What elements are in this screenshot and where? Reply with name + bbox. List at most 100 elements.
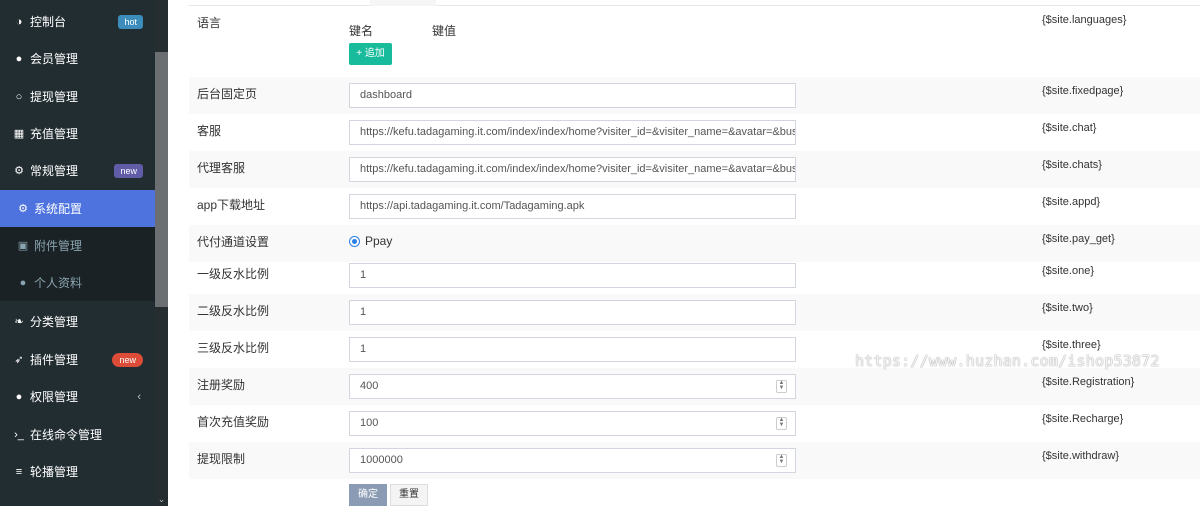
form-row-languages: 语言 键名 键值 + 追加 {$site.languages} (189, 6, 1200, 74)
watermark: https://www.huzhan.com/ishop53872 (855, 352, 1160, 370)
field-value: 1000000 (360, 454, 403, 466)
form-row-appd: app下载地址 https://api.tadagaming.it.com/Ta… (189, 188, 1200, 225)
dashboard-icon: ◑ (15, 15, 23, 28)
level1-rebate-input[interactable]: 1 (349, 263, 796, 288)
app-download-url-input[interactable]: https://api.tadagaming.it.com/Tadagaming… (349, 194, 796, 219)
hot-badge: hot (118, 14, 143, 29)
list-icon: ≡ (15, 465, 23, 478)
registration-reward-input[interactable]: 400 ▲ ▼ (349, 374, 796, 399)
form-row-recharge: 首次充值奖励 100 ▲ ▼ {$site.Recharge} (189, 405, 1200, 442)
fixedpage-input[interactable]: dashboard (349, 83, 796, 108)
field-label: 后台固定页 (197, 87, 258, 101)
number-stepper-icon[interactable]: ▲ ▼ (776, 417, 787, 430)
chat-url-input[interactable]: https://kefu.tadagaming.it.com/index/ind… (349, 120, 796, 145)
field-label: 注册奖励 (197, 378, 246, 392)
withdraw-limit-input[interactable]: 1000000 ▲ ▼ (349, 448, 796, 473)
field-label: 代付通道设置 (197, 235, 270, 249)
leaf-icon: ❧ (14, 316, 24, 328)
template-variable: {$site.one} (1042, 265, 1094, 277)
form-row-registration: 注册奖励 400 ▲ ▼ {$site.Registration} (189, 368, 1200, 405)
template-variable: {$site.languages} (1042, 14, 1127, 26)
field-label: 代理客服 (197, 161, 246, 175)
field-label: 客服 (197, 124, 222, 138)
sidebar-item-label: 分类管理 (30, 315, 79, 329)
sidebar-item-label: 在线命令管理 (30, 428, 103, 442)
sidebar-item-withdrawals[interactable]: ○ 提现管理 (0, 78, 155, 115)
template-variable: {$site.two} (1042, 302, 1093, 314)
template-variable: {$site.Recharge} (1042, 413, 1124, 425)
sidebar-item-general[interactable]: ⚙ 常规管理 new (0, 152, 155, 189)
sidebar-scrollbar-thumb[interactable] (155, 52, 168, 307)
template-variable: {$site.chat} (1042, 122, 1097, 134)
number-stepper-icon[interactable]: ▲ ▼ (776, 380, 787, 393)
circle-icon: ○ (15, 90, 23, 103)
ppay-radio[interactable]: Ppay (349, 234, 392, 248)
sidebar-item-plugins[interactable]: ➶ 插件管理 new (0, 341, 155, 378)
gear-icon: ⚙ (18, 203, 28, 215)
field-label: 提现限制 (197, 452, 246, 466)
field-label: 二级反水比例 (197, 304, 270, 318)
grid-icon: ▦ (13, 128, 25, 140)
template-variable: {$site.Registration} (1042, 376, 1135, 388)
sidebar-item-carousel[interactable]: ≡ 轮播管理 (0, 453, 155, 490)
form-row-chat: 客服 https://kefu.tadagaming.it.com/index/… (189, 114, 1200, 151)
key-column-header: 键名 (349, 24, 374, 38)
chevron-left-icon: ‹ (137, 390, 141, 403)
terminal-icon: ›_ (14, 428, 24, 441)
sidebar-item-permissions[interactable]: ● 权限管理 ‹ (0, 378, 155, 415)
sidebar-item-label: 系统配置 (34, 202, 83, 216)
new-badge: new (114, 163, 143, 178)
form-row-withdraw: 提现限制 1000000 ▲ ▼ {$site.withdraw} (189, 442, 1200, 479)
new-badge: new (112, 352, 143, 367)
field-label: 首次充值奖励 (197, 415, 270, 429)
template-variable: {$site.fixedpage} (1042, 85, 1124, 97)
main-content: 语言 键名 键值 + 追加 {$site.languages} 后台固定页 da… (168, 0, 1200, 506)
sidebar-item-label: 个人资料 (34, 276, 83, 290)
value-column-header: 键值 (432, 24, 457, 38)
sidebar-item-label: 插件管理 (30, 353, 79, 367)
number-stepper-icon[interactable]: ▲ ▼ (776, 454, 787, 467)
sidebar-item-label: 常规管理 (30, 164, 79, 178)
field-label: 语言 (197, 16, 222, 30)
field-label: app下载地址 (197, 198, 266, 212)
field-label: 三级反水比例 (197, 341, 270, 355)
template-variable: {$site.three} (1042, 339, 1101, 351)
first-recharge-reward-input[interactable]: 100 ▲ ▼ (349, 411, 796, 436)
form-row-one: 一级反水比例 1 {$site.one} (189, 257, 1200, 294)
chevron-down-icon[interactable]: ⌄ (155, 492, 168, 506)
sidebar-item-profile[interactable]: ● 个人资料 (0, 264, 155, 301)
sidebar-item-categories[interactable]: ❧ 分类管理 (0, 303, 155, 340)
sidebar-item-online-command[interactable]: ›_ 在线命令管理 (0, 416, 155, 453)
rocket-icon: ➶ (14, 354, 24, 366)
sidebar-item-attachments[interactable]: ▣ 附件管理 (0, 227, 155, 264)
submit-button[interactable]: 确定 (349, 484, 387, 506)
template-variable: {$site.pay_get} (1042, 233, 1115, 245)
template-variable: {$site.appd} (1042, 196, 1101, 208)
sidebar: ◑ 控制台 hot ● 会员管理 ○ 提现管理 ▦ 充值管理 ⚙ 常规管理 ne… (0, 0, 168, 506)
template-variable: {$site.chats} (1042, 159, 1102, 171)
field-value: 400 (360, 380, 379, 392)
sidebar-item-system-config[interactable]: ⚙ 系统配置 (0, 190, 155, 227)
level2-rebate-input[interactable]: 1 (349, 300, 796, 325)
level3-rebate-input[interactable]: 1 (349, 337, 796, 362)
cogs-icon: ⚙ (14, 165, 24, 177)
sidebar-item-label: 轮播管理 (30, 465, 79, 479)
agent-chat-url-input[interactable]: https://kefu.tadagaming.it.com/index/ind… (349, 157, 796, 182)
sidebar-item-label: 充值管理 (30, 127, 79, 141)
sidebar-item-dashboard[interactable]: ◑ 控制台 hot (0, 3, 155, 40)
sidebar-item-label: 会员管理 (30, 52, 79, 66)
user-icon: ● (19, 276, 27, 289)
group-icon: ● (15, 390, 23, 403)
sidebar-item-label: 控制台 (30, 15, 67, 29)
field-label: 一级反水比例 (197, 267, 270, 281)
reset-button[interactable]: 重置 (390, 484, 428, 506)
sidebar-item-members[interactable]: ● 会员管理 (0, 40, 155, 77)
form-row-fixedpage: 后台固定页 dashboard {$site.fixedpage} (189, 77, 1200, 114)
field-value: 100 (360, 417, 379, 429)
sidebar-item-label: 权限管理 (30, 390, 79, 404)
radio-label: Ppay (365, 234, 393, 248)
image-icon: ▣ (17, 240, 29, 252)
form-row-two: 二级反水比例 1 {$site.two} (189, 294, 1200, 331)
add-language-button[interactable]: + 追加 (349, 43, 392, 65)
sidebar-item-recharge[interactable]: ▦ 充值管理 (0, 115, 155, 152)
